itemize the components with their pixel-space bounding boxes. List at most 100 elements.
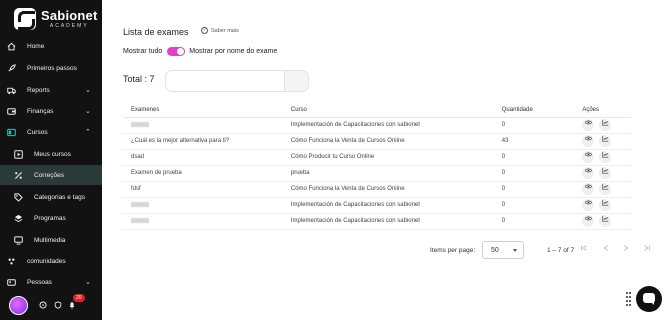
truck-icon [7,87,16,94]
sidebar-item-label: Home [27,42,45,50]
search-input[interactable] [165,70,309,92]
sidebar-item-primeiros-passos[interactable]: Primeiros passos [0,58,102,78]
chart-icon[interactable] [599,135,612,147]
quantity-cell: 0 [493,197,575,214]
layers-icon [14,214,23,222]
prev-page-icon[interactable] [602,244,610,252]
sidebar-item-cursos[interactable]: Cursos ⌃ [0,122,102,142]
exam-cell [123,213,283,230]
header-actions: Ações [574,104,631,118]
chat-bubble-icon[interactable] [636,286,662,312]
actions-cell [574,197,631,214]
sidebar-item-label: Multimedia [34,236,66,244]
community-icon [8,258,15,264]
palette-icon[interactable] [39,301,47,309]
header-course[interactable]: Curso [282,104,494,118]
sidebar-footer: 20 [0,292,102,320]
table-row[interactable]: Implementación de Capacitaciones con sab… [123,197,631,214]
brand-name: Sabionet [41,8,98,23]
sidebar-item-label: Pessoas [27,278,52,286]
chart-icon[interactable] [599,119,612,131]
sidebar-item-pessoas[interactable]: Pessoas ⌄ [0,272,102,292]
sidebar-item-reports[interactable]: Reports ⌄ [0,80,102,100]
toggle-knob [177,48,185,55]
table-row[interactable]: Implementación de Capacitaciones con sab… [123,213,631,230]
eye-icon[interactable] [582,151,595,163]
sidebar-item-programas[interactable]: Programas [0,208,102,228]
table-row[interactable]: fdsf Cómo Funciona la Venta de Cursos Onl… [123,181,631,198]
table-row[interactable]: Implementación de Capacitaciones con sab… [123,117,631,134]
sidebar-item-correcoes[interactable]: Correções [0,165,102,185]
items-per-page-value: 50 [491,247,499,254]
help-link[interactable]: ? Saber mais [201,27,239,34]
items-per-page-select[interactable]: 50 [482,241,524,259]
total-count: Total : 7 [123,74,155,84]
chart-icon[interactable] [599,199,612,211]
filter-toggle[interactable] [167,47,186,56]
eye-icon[interactable] [582,135,595,147]
chevron-up-icon: ⌃ [85,129,91,136]
search-button[interactable] [284,71,308,91]
last-page-icon[interactable] [643,244,651,252]
tag-icon [14,192,23,202]
chart-icon[interactable] [599,183,612,195]
brand-logo[interactable]: Sabionet ACADEMY [14,8,98,30]
course-cell: Implementación de Capacitaciones con sab… [282,213,494,230]
monitor-icon [14,235,23,245]
wallet-icon [7,107,16,115]
avatar[interactable] [9,296,28,315]
quantity-cell: 0 [493,165,575,182]
course-cell: prueba [282,165,494,182]
sidebar-item-label: Correções [34,171,64,179]
paginator: Items per page: 50 1 – 7 of 7 [102,241,670,259]
table-row[interactable]: dsad Cómo Producir tu Curso Online 0 [123,149,631,166]
shield-icon[interactable] [54,301,62,309]
chart-icon[interactable] [599,151,612,163]
eye-icon[interactable] [582,119,595,131]
toggle-right-label: Mostrar por nome do exame [189,48,278,55]
people-icon [7,278,16,286]
page-title: Lista de exames [123,27,189,37]
play-icon [14,149,23,159]
exams-table: Examenes Curso Quantidade Ações Implemen… [123,104,631,230]
chart-icon[interactable] [599,215,612,227]
sidebar-item-label: Categorias e tags [34,193,85,201]
table-body: Implementación de Capacitaciones con sab… [123,117,631,230]
course-cell: Implementación de Capacitaciones con sab… [282,197,494,214]
sidebar-item-label: Programas [34,214,66,222]
eye-icon[interactable] [582,167,595,179]
course-cell: Cómo Funciona la Venta de Cursos Online [282,133,494,150]
exam-cell [123,197,283,214]
actions-cell [574,133,631,150]
sidebar-item-comunidades[interactable]: comunidades [0,251,102,271]
sidebar-item-home[interactable]: Home [0,36,102,56]
sidebar-item-categorias[interactable]: Categorias e tags [0,187,102,207]
help-label: Saber mais [211,27,239,34]
first-page-icon[interactable] [580,244,588,252]
sidebar-item-meus-cursos[interactable]: Meus cursos [0,144,102,164]
header-quantity[interactable]: Quantidade [493,104,575,118]
drag-handle-icon[interactable] [626,292,632,306]
exam-cell [123,117,283,134]
sidebar-item-label: Primeiros passos [27,64,77,72]
next-page-icon[interactable] [622,244,630,252]
sidebar-item-multimedia[interactable]: Multimedia [0,230,102,250]
bell-icon[interactable] [68,301,76,309]
table-row[interactable]: ¿Cuál es la mejor alternativa para ti? Có… [123,133,631,150]
exam-cell: dsad [123,149,283,166]
table-header-row: Examenes Curso Quantidade Ações [123,104,631,118]
rocket-icon [8,63,16,72]
eye-icon[interactable] [582,215,595,227]
sidebar-item-label: Reports [27,86,50,94]
course-cell: Implementación de Capacitaciones con sab… [282,117,494,134]
sidebar-item-label: comunidades [27,257,66,265]
eye-icon[interactable] [582,183,595,195]
chevron-down-icon: ⌄ [85,279,91,286]
actions-cell [574,117,631,134]
sidebar-item-financas[interactable]: Finanças ⌄ [0,101,102,121]
header-exam[interactable]: Examenes [123,104,283,118]
eye-icon[interactable] [582,199,595,211]
course-icon [7,128,16,136]
chart-icon[interactable] [599,167,612,179]
table-row[interactable]: Examen de prueba prueba 0 [123,165,631,182]
